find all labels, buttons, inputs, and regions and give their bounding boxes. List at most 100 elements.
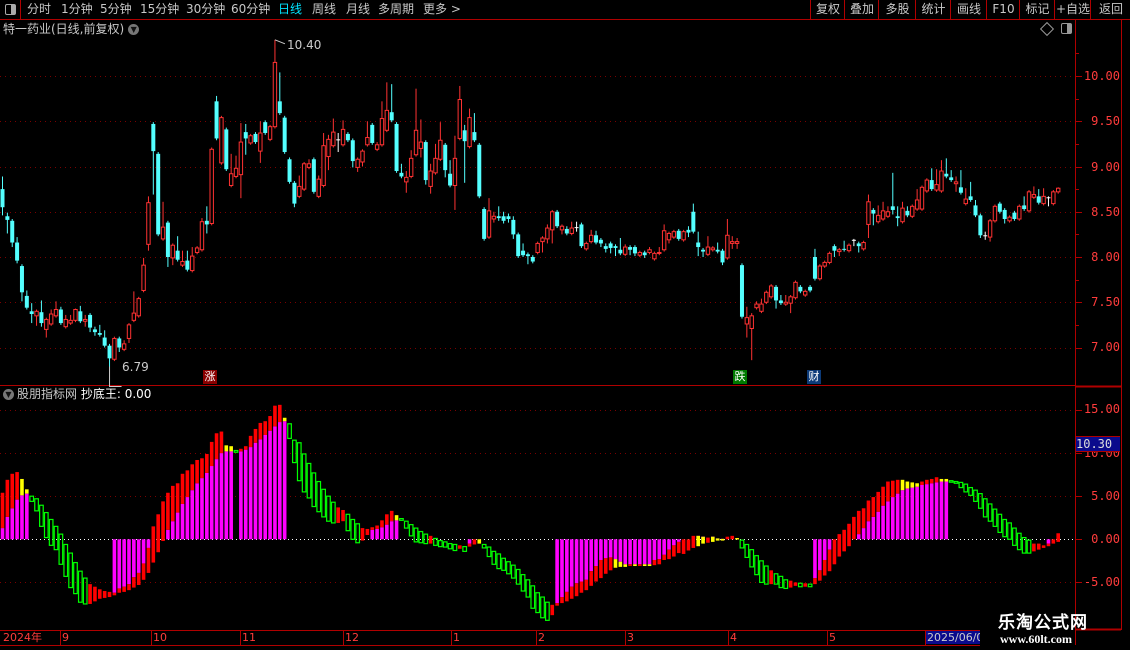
panel-toggle-icon[interactable]: [1061, 23, 1072, 34]
chevron-down-icon[interactable]: ▼: [3, 389, 14, 400]
indicator-red-bar: [818, 570, 822, 581]
indicator-column: [170, 521, 175, 540]
candle-down: [472, 132, 477, 141]
candle-down: [185, 260, 190, 270]
tab-weekly[interactable]: 周线: [312, 2, 336, 16]
indicator-red-bar: [389, 510, 394, 522]
date-label: 10: [151, 631, 167, 644]
indicator-red-bar: [195, 459, 199, 484]
candle-up: [68, 319, 73, 324]
candle-up: [725, 234, 730, 259]
candle-up: [1017, 205, 1022, 220]
indicator-green-bar: [491, 550, 497, 565]
candle-up: [822, 261, 827, 267]
tab-fenshi[interactable]: 分时: [27, 2, 51, 16]
back-button[interactable]: 返回: [1090, 0, 1130, 19]
draw-line-button[interactable]: 画线: [950, 0, 987, 19]
tab-monthly[interactable]: 月线: [346, 2, 370, 16]
price-axis-label: 10.00: [1083, 69, 1120, 83]
indicator-source: 股朋指标网: [17, 387, 78, 401]
multi-stock-button[interactable]: 多股: [878, 0, 916, 19]
candle-down: [603, 246, 608, 249]
indicator-green-bar: [350, 518, 356, 540]
indicator-red-bar: [672, 545, 676, 557]
indicator-red-bar: [219, 431, 224, 454]
chevron-down-icon[interactable]: ▼: [128, 24, 140, 35]
candle-down: [642, 252, 647, 256]
candle-up: [170, 244, 175, 259]
mark-button[interactable]: 标记: [1019, 0, 1055, 19]
candle-up: [112, 337, 117, 360]
candle-up: [783, 301, 788, 305]
candle-up: [199, 221, 205, 251]
chart-canvas[interactable]: [0, 0, 1130, 650]
candle-down: [292, 182, 297, 204]
indicator-yellow-bar: [647, 564, 652, 567]
indicator-red-bar: [1036, 543, 1041, 550]
finance-marker[interactable]: 财: [807, 370, 821, 384]
candle-up: [987, 220, 993, 238]
indicator-column: [613, 539, 618, 560]
candle-down: [15, 242, 20, 261]
indicator-yellow-bar: [618, 561, 623, 567]
rise-marker[interactable]: 涨: [203, 370, 217, 384]
indicator-column: [263, 434, 268, 540]
indicator-green-bar: [958, 481, 964, 489]
indicator-yellow-bar: [720, 538, 725, 541]
indicator-red-bar: [127, 584, 131, 591]
candle-down: [525, 254, 530, 257]
indicator-red-bar: [88, 584, 92, 604]
indicator-column: [117, 539, 122, 589]
overlay-button[interactable]: 叠加: [844, 0, 879, 19]
watermark-url: www.60lt.com: [1000, 632, 1072, 646]
tab-1min[interactable]: 1分钟: [61, 2, 93, 16]
candle-down: [88, 314, 93, 328]
indicator-red-bar: [1032, 543, 1036, 552]
indicator-red-bar: [117, 588, 122, 593]
candle-down: [175, 250, 180, 260]
add-watchlist-button[interactable]: +自选: [1054, 0, 1091, 19]
tab-60min[interactable]: 60分钟: [231, 2, 270, 16]
period-toolbar: 分时 1分钟 5分钟 15分钟 30分钟 60分钟 日线 周线 月线 多周期 更…: [0, 0, 1130, 20]
tab-daily[interactable]: 日线: [278, 2, 302, 16]
indicator-red-bar: [847, 523, 851, 547]
candle-up: [486, 210, 492, 238]
layout-toggle-icon[interactable]: [0, 0, 21, 19]
candle-up: [306, 163, 312, 168]
f10-button[interactable]: F10: [986, 0, 1020, 19]
price-axis-label: 7.00: [1091, 340, 1120, 354]
indicator-column: [467, 539, 472, 544]
indicator-red-bar: [365, 528, 370, 535]
candle-down: [370, 124, 375, 143]
tab-30min[interactable]: 30分钟: [186, 2, 225, 16]
statistics-button[interactable]: 统计: [915, 0, 951, 19]
tab-more[interactable]: 更多 >: [423, 2, 461, 16]
indicator-red-bar: [813, 578, 817, 585]
indicator-yellow-bar: [633, 564, 637, 567]
indicator-red-bar: [881, 486, 885, 506]
price-axis-label: 9.50: [1091, 114, 1120, 128]
candle-up: [759, 303, 764, 312]
candle-up: [764, 291, 769, 303]
candle-up: [180, 261, 185, 266]
tab-multi-period[interactable]: 多周期: [378, 2, 414, 16]
indicator-column: [574, 539, 579, 584]
candle-flat: [851, 239, 856, 241]
candle-up: [248, 135, 253, 144]
indicator-red-bar: [560, 597, 564, 604]
candle-down: [448, 173, 453, 186]
low-price-label: 6.79: [122, 360, 149, 374]
indicator-column: [676, 539, 681, 542]
tab-15min[interactable]: 15分钟: [140, 2, 179, 16]
indicator-red-bar: [122, 586, 126, 592]
indicator-red-bar: [263, 421, 268, 435]
tab-5min[interactable]: 5分钟: [100, 2, 132, 16]
restore-rights-button[interactable]: 复权: [810, 0, 845, 19]
candle-down: [632, 247, 637, 254]
indicator-yellow-bar: [20, 478, 24, 496]
indicator-column: [652, 539, 657, 560]
indicator-column: [662, 539, 666, 555]
candle-up: [48, 313, 54, 325]
fall-marker[interactable]: 跌: [733, 370, 747, 384]
indicator-yellow-bar: [701, 536, 705, 544]
